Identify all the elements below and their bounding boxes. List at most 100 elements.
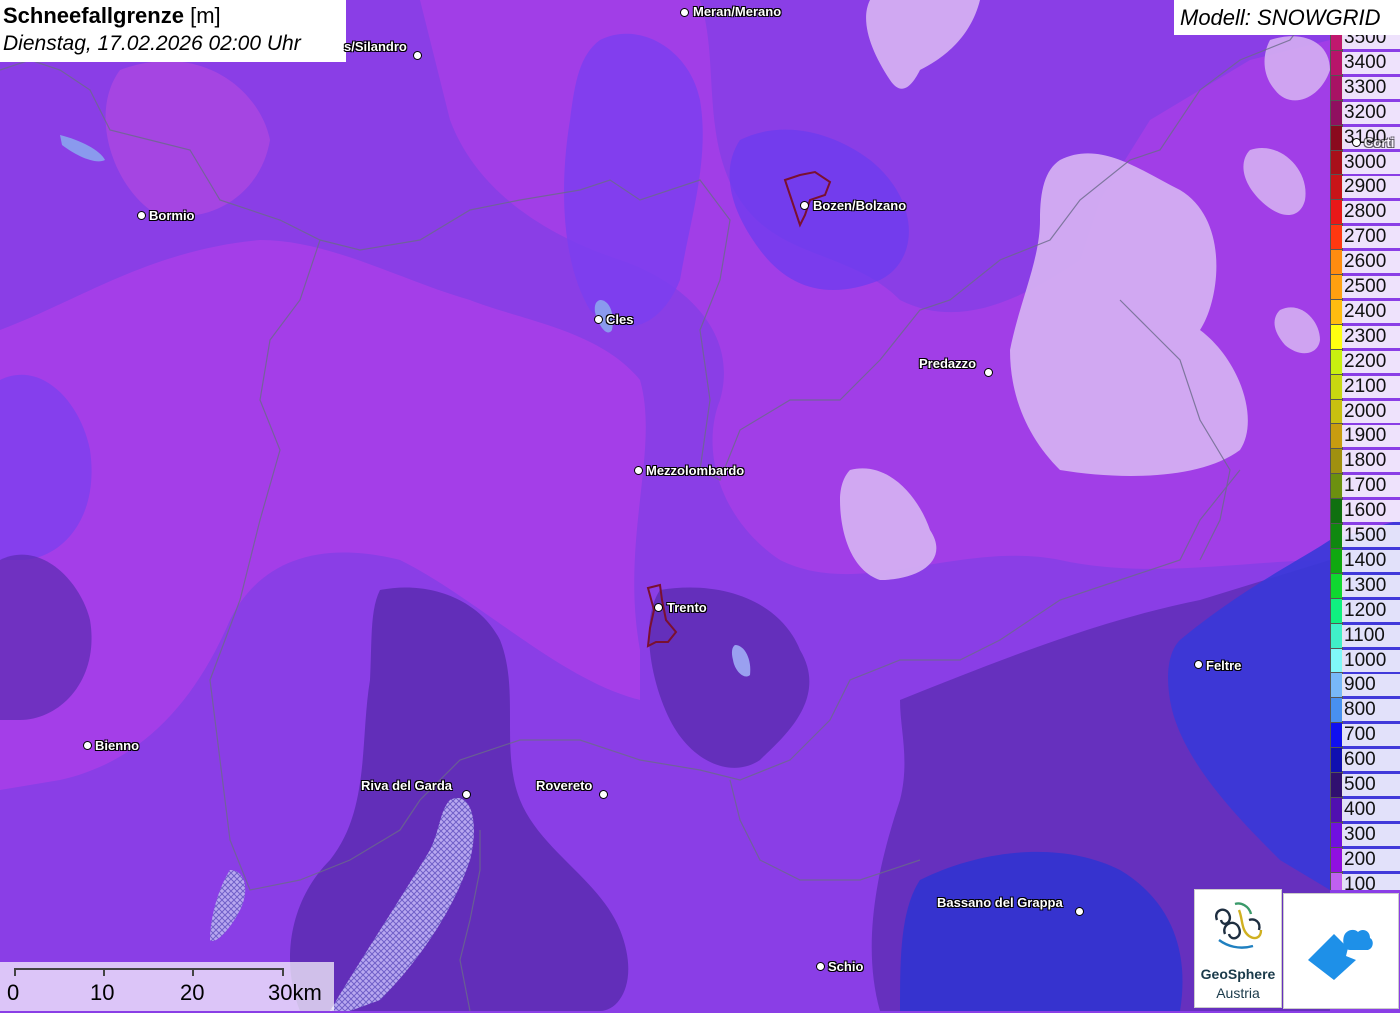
city-dot <box>462 790 471 799</box>
legend-label: 600 <box>1342 749 1400 772</box>
city-dot <box>816 962 825 971</box>
scale-tick <box>282 968 284 976</box>
legend-row: 1800 <box>1328 448 1400 475</box>
legend-label: 1500 <box>1342 525 1400 547</box>
legend-label: 1800 <box>1342 450 1400 473</box>
legend-label: 1300 <box>1342 574 1400 597</box>
legend-label: 2800 <box>1342 201 1400 224</box>
city-dot <box>984 368 993 377</box>
legend-row: 400 <box>1328 796 1400 823</box>
legend-label: 2000 <box>1342 400 1400 423</box>
legend-label: 300 <box>1342 823 1400 846</box>
scale-tick <box>14 968 16 976</box>
city-label: Meran/Merano <box>693 4 782 19</box>
city-label: Bozen/Bolzano <box>813 198 907 213</box>
legend-label: 2600 <box>1342 251 1400 274</box>
legend-label: 1100 <box>1342 624 1400 647</box>
city-dot <box>680 8 689 17</box>
city-dot <box>800 201 809 210</box>
legend-row: 500 <box>1328 772 1400 798</box>
city-label: Schio <box>828 959 864 974</box>
city-dot <box>1075 907 1084 916</box>
legend-row: 800 <box>1328 697 1400 724</box>
legend-row: 1100 <box>1328 622 1400 649</box>
legend-label: 2500 <box>1342 276 1400 298</box>
legend-label: 2200 <box>1342 350 1400 373</box>
legend-row: 1500 <box>1328 523 1400 549</box>
scale-tick <box>103 968 105 976</box>
city-label: s/Silandro <box>344 39 407 54</box>
legend-row: 3500 <box>1328 35 1400 51</box>
legend-label: 900 <box>1342 674 1400 697</box>
city-dot <box>654 603 663 612</box>
legend-label: 3300 <box>1342 76 1400 99</box>
snowfall-map[interactable] <box>0 0 1400 1011</box>
city-label: Mezzolombardo <box>646 463 745 478</box>
city-label: Bormio <box>149 208 195 223</box>
legend-label: 1400 <box>1342 549 1400 572</box>
legend-label: 1700 <box>1342 475 1400 498</box>
legend-row: 2900 <box>1328 174 1400 201</box>
legend-row: 1000 <box>1328 647 1400 674</box>
city-label: Trento <box>667 600 707 615</box>
legend-label: 1900 <box>1342 425 1400 448</box>
legend-label: 100 <box>1342 873 1400 890</box>
scale-label: 10 <box>90 980 115 1005</box>
legend-row: 1300 <box>1328 572 1400 599</box>
geosphere-icon <box>1215 902 1263 949</box>
city-label: Predazzo <box>919 356 977 371</box>
map-datetime: Dienstag, 17.02.2026 02:00 Uhr <box>3 32 301 55</box>
city-dot <box>634 466 643 475</box>
legend-row: 200 <box>1328 846 1400 873</box>
app-logo[interactable] <box>1283 893 1399 1009</box>
legend-row: 3300 <box>1328 74 1400 101</box>
legend-row: 2100 <box>1328 373 1400 400</box>
city-label: Rovereto <box>536 778 593 793</box>
legend-row: 700 <box>1328 722 1400 749</box>
legend-row: 1900 <box>1328 423 1400 450</box>
legend-row: 1400 <box>1328 547 1400 574</box>
legend-label: 2100 <box>1342 375 1400 398</box>
city-label: Cles <box>606 312 634 327</box>
legend-label: 2700 <box>1342 226 1400 249</box>
legend-row: 2600 <box>1328 249 1400 276</box>
city-dot <box>413 51 422 60</box>
app-logo-icon <box>1308 929 1373 980</box>
map-title-box: Schneefallgrenze [m] Dienstag, 17.02.202… <box>0 0 346 62</box>
city-label: Bienno <box>95 738 140 753</box>
geosphere-logo[interactable]: GeoSphere Austria <box>1194 889 1282 1008</box>
scale-label: 20 <box>180 980 205 1005</box>
legend-row: 2300 <box>1328 323 1400 350</box>
legend-row: 2800 <box>1328 199 1400 226</box>
scale-label: 30km <box>268 980 322 1005</box>
legend-row: 2400 <box>1328 298 1400 325</box>
model-label: Modell: SNOWGRID <box>1180 5 1381 30</box>
legend-row: 300 <box>1328 821 1400 848</box>
geosphere-name: GeoSphere <box>1200 966 1276 982</box>
city-label: Riva del Garda <box>361 778 453 793</box>
model-box: Modell: SNOWGRID <box>1174 0 1400 35</box>
legend-label: 3500 <box>1342 35 1400 49</box>
legend-row: 2500 <box>1328 274 1400 300</box>
geosphere-country: Austria <box>1216 985 1260 1001</box>
legend-row: 100 <box>1328 871 1400 890</box>
legend-label: 3200 <box>1342 101 1400 124</box>
city-label: Corti <box>1364 135 1395 150</box>
legend-label: 2300 <box>1342 325 1400 348</box>
legend-row: 3200 <box>1328 99 1400 126</box>
legend-label: 2900 <box>1342 176 1400 199</box>
legend-row: 900 <box>1328 672 1400 699</box>
legend-row: 1700 <box>1328 473 1400 500</box>
legend-row: 600 <box>1328 747 1400 774</box>
legend-label: 200 <box>1342 848 1400 871</box>
legend-row: 3000 <box>1328 149 1400 176</box>
legend-label: 1200 <box>1342 599 1400 622</box>
legend-label: 400 <box>1342 798 1400 821</box>
city-dot <box>137 211 146 220</box>
legend-row: 2200 <box>1328 348 1400 375</box>
city-dot <box>1194 660 1203 669</box>
city-dot <box>83 741 92 750</box>
scale-tick <box>192 968 194 976</box>
legend-label: 2400 <box>1342 300 1400 323</box>
legend-row: 1600 <box>1328 498 1400 525</box>
